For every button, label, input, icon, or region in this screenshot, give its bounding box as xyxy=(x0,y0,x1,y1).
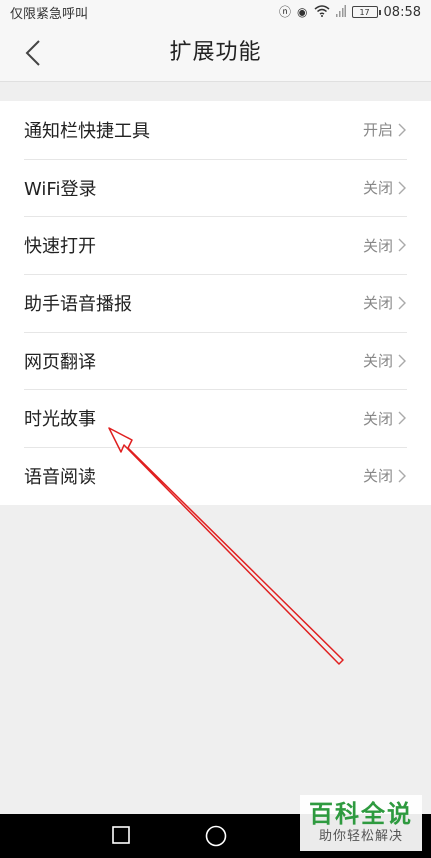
wifi-icon xyxy=(314,5,330,19)
item-label: 通知栏快捷工具 xyxy=(24,120,150,142)
chevron-right-icon xyxy=(398,354,406,368)
chevron-right-icon xyxy=(398,411,406,425)
chevron-right-icon xyxy=(398,123,406,137)
list-item-quick-open[interactable]: 快速打开 关闭 xyxy=(0,216,431,274)
list-item-wifi-login[interactable]: WiFi登录 关闭 xyxy=(0,158,431,217)
carrier-text: 仅限紧急呼叫 xyxy=(10,6,89,22)
item-status: 关闭 xyxy=(362,352,393,371)
chevron-right-icon xyxy=(398,469,406,483)
chevron-right-icon xyxy=(398,296,406,310)
title-bar: 扩展功能 xyxy=(0,24,431,82)
battery-level: 17 xyxy=(359,7,370,17)
chevron-right-icon xyxy=(398,181,406,195)
item-label: 语音阅读 xyxy=(24,466,96,488)
settings-list: 通知栏快捷工具 开启 WiFi登录 关闭 快速打开 关闭 助手语音播报 关闭 网… xyxy=(0,101,431,505)
back-button[interactable] xyxy=(18,38,48,68)
eye-comfort-icon: ◉ xyxy=(297,5,308,19)
watermark-sub: 助你轻松解决 xyxy=(318,829,403,844)
item-right: 开启 xyxy=(363,119,407,140)
item-status: 开启 xyxy=(362,121,393,140)
item-label: 时光故事 xyxy=(24,409,96,431)
list-item-web-translate[interactable]: 网页翻译 关闭 xyxy=(0,331,431,390)
item-right: 关闭 xyxy=(363,465,407,486)
item-status: 关闭 xyxy=(362,409,393,428)
nfc-icon: ⓝ xyxy=(279,5,292,19)
recent-apps-icon[interactable] xyxy=(112,826,130,844)
item-label: 网页翻译 xyxy=(24,351,96,373)
battery-icon: 17 xyxy=(351,6,381,18)
watermark-logo: 百科全说 助你轻松解决 xyxy=(300,795,422,851)
clock: 08:58 xyxy=(383,4,421,20)
item-right: 关闭 xyxy=(363,408,407,429)
item-status: 关闭 xyxy=(362,236,393,255)
chevron-right-icon xyxy=(398,238,406,252)
item-status: 关闭 xyxy=(362,467,393,486)
list-item-notification-shortcut[interactable]: 通知栏快捷工具 开启 xyxy=(0,101,431,159)
signal-icon xyxy=(335,5,346,19)
item-label: 快速打开 xyxy=(24,236,96,258)
status-icons: ⓝ ◉ 17 08:58 xyxy=(279,5,421,20)
watermark-main: 百科全说 xyxy=(309,800,413,828)
item-right: 关闭 xyxy=(363,350,407,371)
list-item-voice-broadcast[interactable]: 助手语音播报 关闭 xyxy=(0,274,431,332)
status-bar: 仅限紧急呼叫 ⓝ ◉ 17 08:58 xyxy=(0,0,431,24)
page-title: 扩展功能 xyxy=(169,40,262,65)
home-icon[interactable] xyxy=(205,825,227,847)
list-item-voice-reading[interactable]: 语音阅读 关闭 xyxy=(0,447,431,505)
item-label: WiFi登录 xyxy=(24,178,97,200)
chevron-left-icon xyxy=(25,40,40,66)
item-status: 关闭 xyxy=(362,179,393,198)
item-right: 关闭 xyxy=(363,235,407,256)
item-right: 关闭 xyxy=(363,177,407,198)
item-status: 关闭 xyxy=(362,294,393,313)
item-label: 助手语音播报 xyxy=(24,293,132,315)
list-item-time-story[interactable]: 时光故事 关闭 xyxy=(0,389,431,447)
item-right: 关闭 xyxy=(363,292,407,313)
